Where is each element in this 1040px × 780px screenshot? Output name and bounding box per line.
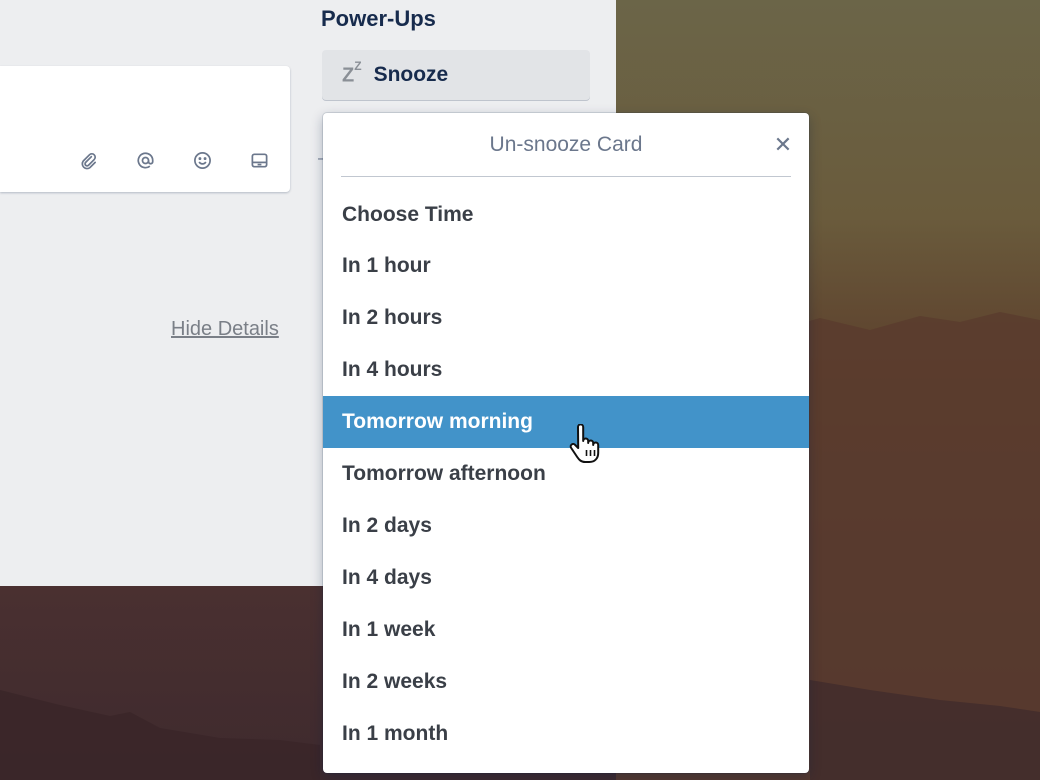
popover-header: Un-snooze Card ✕: [341, 113, 792, 177]
time-option-in-1-week[interactable]: In 1 week: [323, 604, 809, 656]
snooze-icon: ZZ: [342, 58, 362, 87]
comment-toolbar: [60, 149, 288, 171]
close-icon[interactable]: ✕: [769, 131, 797, 159]
time-option-in-1-hour[interactable]: In 1 hour: [323, 240, 809, 292]
snooze-button-label: Snooze: [373, 63, 449, 86]
time-option-in-1-month[interactable]: In 1 month: [323, 708, 809, 760]
at-mention-icon[interactable]: [117, 149, 174, 171]
hand-pointer-cursor-icon: [569, 424, 600, 463]
time-option-in-2-weeks[interactable]: In 2 weeks: [323, 656, 809, 708]
unsnooze-popover: Un-snooze Card ✕ Choose Time In 1 hour In…: [323, 113, 809, 773]
time-option-in-2-days[interactable]: In 2 days: [323, 500, 809, 552]
powerups-heading: Power-Ups: [321, 6, 436, 31]
time-option-list: In 1 hour In 2 hours In 4 hours Tomorrow mo…: [323, 240, 809, 760]
card-icon[interactable]: [231, 149, 288, 171]
choose-time-label: Choose Time: [342, 203, 474, 226]
time-option-tomorrow-morning[interactable]: Tomorrow morning: [323, 396, 809, 448]
time-option-in-4-days[interactable]: In 4 days: [323, 552, 809, 604]
emoji-icon[interactable]: [174, 149, 231, 171]
hide-details-link[interactable]: Hide Details: [171, 318, 279, 341]
snooze-button[interactable]: ZZ Snooze: [322, 50, 590, 100]
time-option-in-2-hours[interactable]: In 2 hours: [323, 292, 809, 344]
paperclip-icon[interactable]: [60, 149, 117, 171]
time-option-in-4-hours[interactable]: In 4 hours: [323, 344, 809, 396]
time-option-tomorrow-afternoon[interactable]: Tomorrow afternoon: [323, 448, 809, 500]
popover-title: Un-snooze Card: [489, 132, 643, 156]
comment-box[interactable]: [0, 66, 290, 192]
